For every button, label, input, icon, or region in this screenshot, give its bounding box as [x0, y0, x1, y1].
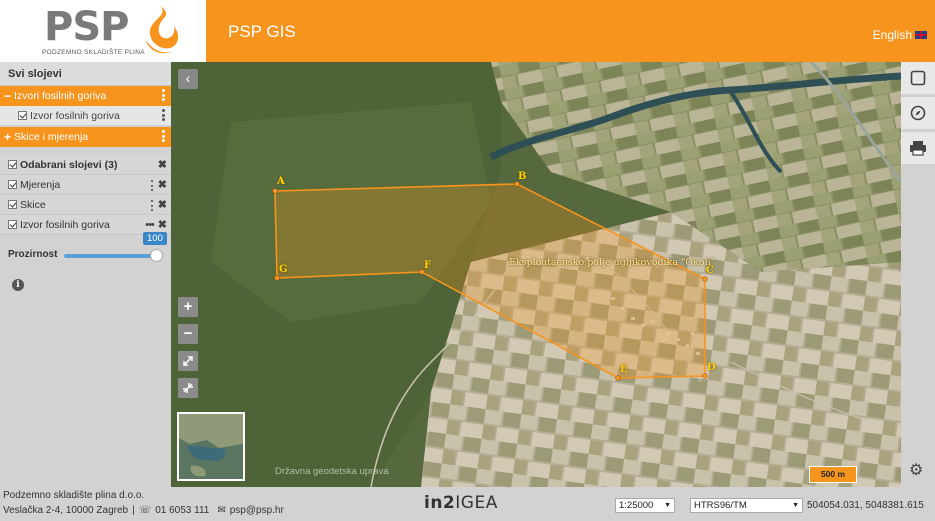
layer-item-label: Izvor fosilnih goriva — [30, 109, 120, 122]
sidebar-title: Svi slojevi — [0, 62, 171, 86]
gear-icon[interactable]: ⚙ — [909, 460, 923, 480]
chevron-left-icon: ‹ — [185, 70, 191, 86]
expand-icon — [183, 356, 193, 366]
remove-layer-icon[interactable]: ✖ — [158, 178, 167, 192]
psp-logo[interactable]: PSP PODZEMNO SKLADIŠTE PLINA — [0, 0, 206, 62]
vertex-label-b: B — [518, 171, 527, 182]
layer-checkbox[interactable] — [18, 111, 27, 120]
map-watermark: Državna geodetska uprava — [275, 466, 389, 477]
remove-layer-icon[interactable]: ✖ — [158, 198, 167, 212]
scale-select[interactable]: 1:25000 ▼ — [615, 498, 675, 513]
kebab-menu-icon[interactable] — [150, 200, 154, 211]
shrink-icon — [183, 383, 193, 393]
opacity-control: Prozirnost 100 i — [0, 232, 171, 291]
flame-icon — [146, 6, 179, 54]
overview-minimap[interactable] — [177, 412, 245, 481]
footer-contact: Veslačka 2-4, 10000 Zagreb | ☏ 01 6053 1… — [3, 505, 284, 516]
print-icon — [910, 141, 926, 156]
footer-email[interactable]: psp@psp.hr — [230, 505, 284, 516]
fullscreen-button[interactable] — [178, 351, 198, 371]
zoom-out-button[interactable]: − — [178, 324, 198, 344]
selected-layer-mjerenja[interactable]: Mjerenja ✖ — [0, 175, 171, 195]
selected-layers-title: Odabrani slojevi (3) — [20, 158, 118, 171]
minimap-image — [179, 414, 243, 479]
print-button[interactable] — [901, 132, 935, 164]
more-options-icon[interactable]: ••• — [145, 218, 155, 232]
selected-layers-checkbox[interactable] — [8, 160, 17, 169]
kebab-menu-icon[interactable] — [162, 89, 165, 101]
collapse-minus-icon[interactable]: − — [4, 89, 11, 103]
compass-icon — [910, 105, 926, 121]
map-view[interactable]: A B C D E F G Eksploatacijsko polje uglj… — [171, 62, 901, 487]
kebab-menu-icon[interactable] — [150, 180, 154, 191]
collapse-sidebar-button[interactable]: ‹ — [178, 69, 198, 89]
scale-bar: 500 m — [809, 466, 857, 483]
selected-layer-label: Skice — [20, 198, 46, 211]
dropdown-arrow-icon: ▼ — [792, 502, 799, 509]
right-toolbar: ⚙ — [901, 62, 935, 487]
compass-button[interactable] — [901, 97, 935, 129]
selected-layers-header: Odabrani slojevi (3) ✖ — [0, 155, 171, 175]
footer-phone: 01 6053 111 — [155, 505, 210, 516]
remove-all-icon[interactable]: ✖ — [158, 158, 167, 172]
crs-select[interactable]: HTRS96/TM ▼ — [690, 498, 803, 513]
kebab-menu-icon[interactable] — [162, 109, 165, 121]
vertex-label-g: G — [279, 264, 288, 275]
footer-address: Veslačka 2-4, 10000 Zagreb — [3, 505, 129, 516]
layer-group-sketches[interactable]: + Skice i mjerenja — [0, 127, 171, 147]
layer-item-fossil-fuel-source[interactable]: Izvor fosilnih goriva — [0, 106, 171, 126]
vertex-label-e: E — [620, 364, 628, 375]
app-footer: Podzemno skladište plina d.o.o. Veslačka… — [0, 487, 935, 521]
cursor-coordinates: 504054.031, 5048381.615 — [807, 500, 924, 511]
logo-letters: PSP — [44, 4, 129, 50]
footer-separator: | — [132, 505, 135, 516]
layer-group-label[interactable]: Izvori fosilnih goriva — [14, 90, 106, 102]
in2-igea-logo: in2IGEA — [424, 493, 498, 513]
vertex-label-d: D — [707, 362, 716, 373]
phone-icon: ☏ — [138, 505, 152, 516]
square-tool-button[interactable] — [901, 62, 935, 94]
square-icon — [910, 70, 926, 86]
vertex-label-a: A — [277, 176, 285, 187]
footer-company: Podzemno skladište plina d.o.o. — [3, 490, 145, 501]
language-switcher[interactable]: English — [873, 28, 927, 42]
opacity-slider-track[interactable] — [64, 254, 158, 258]
layer-checkbox[interactable] — [8, 200, 17, 209]
info-icon[interactable]: i — [12, 279, 24, 291]
vertex-label-f: F — [424, 260, 432, 271]
layers-sidebar: Svi slojevi − Izvori fosilnih goriva Izv… — [0, 62, 171, 487]
app-header: PSP PODZEMNO SKLADIŠTE PLINA PSP GIS Eng… — [0, 0, 935, 62]
zoom-in-button[interactable]: + — [178, 297, 198, 317]
language-label[interactable]: English — [873, 28, 912, 42]
layer-checkbox[interactable] — [8, 220, 17, 229]
opacity-value-badge: 100 — [143, 232, 167, 245]
kebab-menu-icon[interactable] — [162, 130, 165, 142]
layer-checkbox[interactable] — [8, 180, 17, 189]
dropdown-arrow-icon: ▼ — [664, 502, 671, 509]
layer-group-fossil-fuels[interactable]: − Izvori fosilnih goriva — [0, 86, 171, 106]
layer-group-label[interactable]: Skice i mjerenja — [14, 131, 88, 143]
zoom-extent-button[interactable] — [178, 378, 198, 398]
opacity-label: Prozirnost — [8, 249, 58, 260]
logo-subtitle: PODZEMNO SKLADIŠTE PLINA — [42, 49, 145, 56]
polygon-name-label: Eksploatacijsko polje ugljikovodika "Oko… — [509, 257, 716, 268]
selected-layer-label: Mjerenja — [20, 178, 61, 191]
opacity-slider-thumb[interactable] — [150, 249, 163, 262]
expand-plus-icon[interactable]: + — [4, 130, 11, 144]
remove-layer-icon[interactable]: ✖ — [158, 218, 167, 232]
uk-flag-icon[interactable] — [915, 31, 927, 39]
selected-layer-skice[interactable]: Skice ✖ — [0, 195, 171, 215]
email-icon: ✉ — [217, 505, 226, 516]
selected-layer-label: Izvor fosilnih goriva — [20, 218, 110, 231]
app-title: PSP GIS — [228, 22, 296, 41]
